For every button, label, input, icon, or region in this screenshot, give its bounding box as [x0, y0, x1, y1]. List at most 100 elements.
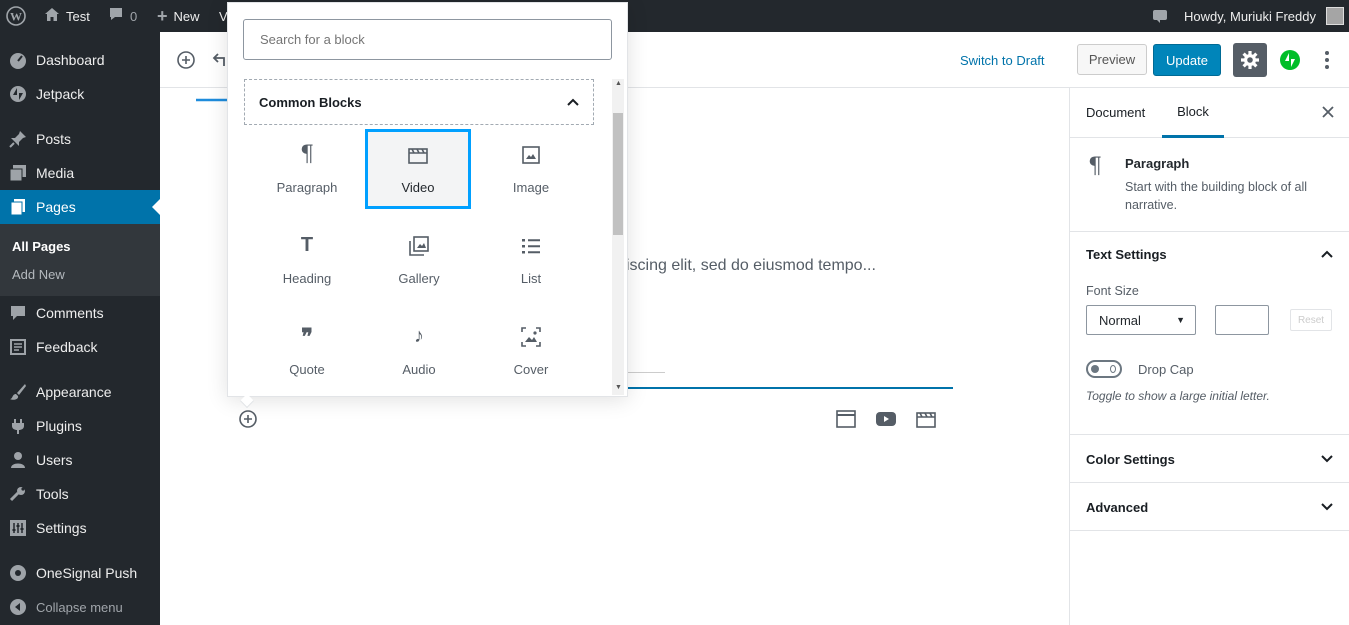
plug-icon [0, 417, 36, 435]
comment-icon [0, 304, 36, 322]
block-search-field[interactable] [243, 19, 612, 60]
scroll-up-arrow-icon[interactable]: ▲ [615, 80, 622, 87]
advanced-toggle[interactable]: Advanced [1086, 500, 1148, 515]
jetpack-icon [1280, 50, 1300, 70]
more-menu-button[interactable] [1317, 48, 1337, 72]
site-name: Test [66, 8, 90, 24]
drop-cap-help: Toggle to show a large initial letter. [1086, 389, 1270, 403]
sidebar-item-label: Jetpack [36, 86, 85, 102]
inserter-toggle-button[interactable] [237, 408, 259, 430]
comments-count: 0 [130, 8, 138, 24]
block-label: Paragraph [276, 179, 338, 195]
submenu-add-new[interactable]: Add New [0, 260, 160, 288]
collapse-menu-button[interactable]: Collapse menu [0, 590, 160, 624]
color-settings-panel[interactable]: Color Settings [1070, 435, 1349, 483]
tab-document[interactable]: Document [1086, 105, 1145, 120]
text-settings-toggle[interactable]: Text Settings [1086, 247, 1167, 262]
block-item-image[interactable]: Image [478, 129, 584, 209]
add-block-button[interactable] [174, 48, 198, 72]
account-menu[interactable]: Howdy, Muriuki Freddy [1184, 0, 1344, 32]
sidebar-item-dashboard[interactable]: Dashboard [0, 43, 160, 77]
block-search-input[interactable] [244, 20, 611, 59]
scrollbar-thumb[interactable] [613, 113, 623, 235]
sidebar-item-jetpack[interactable]: Jetpack [0, 77, 160, 111]
custom-font-size-input[interactable] [1215, 305, 1269, 335]
add-block-icon [239, 410, 257, 428]
scroll-down-arrow-icon[interactable]: ▼ [615, 384, 622, 391]
preview-button[interactable]: Preview [1077, 44, 1147, 75]
jetpack-button[interactable] [1279, 49, 1301, 71]
common-blocks-toggle[interactable]: Common Blocks [244, 79, 594, 125]
block-item-audio[interactable]: ♪ Audio [366, 311, 472, 391]
sidebar-item-settings[interactable]: Settings [0, 511, 160, 545]
home-icon [44, 7, 60, 25]
sidebar-item-pages[interactable]: Pages [0, 190, 160, 224]
chevron-up-icon [1321, 250, 1333, 258]
settings-sidebar: Document Block ¶ Paragraph Start with th… [1069, 88, 1349, 625]
sidebar-item-comments[interactable]: Comments [0, 296, 160, 330]
block-item-heading[interactable]: T Heading [254, 220, 360, 300]
svg-text:W: W [10, 10, 22, 24]
plus-icon: + [157, 5, 168, 26]
block-label: Audio [402, 361, 436, 377]
settings-toggle-button[interactable] [1233, 43, 1267, 77]
reset-button[interactable]: Reset [1290, 309, 1332, 331]
submenu-all-pages[interactable]: All Pages [0, 232, 160, 260]
paragraph-block-text[interactable]: iscing elit, sed do eiusmod tempo... [626, 257, 876, 275]
block-item-video[interactable]: Video [365, 129, 471, 209]
advanced-panel[interactable]: Advanced [1070, 483, 1349, 531]
notifications-icon[interactable] [1152, 0, 1168, 32]
video-icon [408, 144, 428, 166]
sidebar-item-label: Posts [36, 131, 72, 147]
sidebar-item-label: Tools [36, 486, 69, 502]
new-content-link[interactable]: + New [157, 0, 200, 32]
sidebar-item-label: Settings [36, 520, 87, 536]
update-button[interactable]: Update [1153, 44, 1221, 76]
youtube-icon[interactable] [875, 408, 897, 430]
sidebar-item-onesignal[interactable]: OneSignal Push [0, 556, 160, 590]
drop-cap-toggle[interactable] [1086, 360, 1122, 378]
comments-link[interactable]: 0 [108, 0, 137, 32]
block-card: ¶ Paragraph Start with the building bloc… [1070, 138, 1349, 232]
sidebar-item-label: Media [36, 165, 75, 181]
sidebar-item-plugins[interactable]: Plugins [0, 409, 160, 443]
common-blocks-title: Common Blocks [259, 95, 362, 110]
more-vertical-icon [1325, 51, 1329, 69]
inserter-scrollbar[interactable]: ▲ ▼ [612, 79, 624, 395]
wordpress-logo-icon[interactable]: W [6, 0, 26, 32]
block-item-quote[interactable]: ❞ Quote [254, 311, 360, 391]
font-size-value: Normal [1099, 312, 1141, 328]
block-label: Heading [282, 270, 332, 286]
comment-bubble-icon [108, 7, 124, 25]
block-label: Video [401, 179, 435, 195]
jetpack-icon [0, 85, 36, 103]
sidebar-item-label: Dashboard [36, 52, 105, 68]
sidebar-item-users[interactable]: Users [0, 443, 160, 477]
switch-to-draft-button[interactable]: Switch to Draft [960, 46, 1045, 74]
sidebar-item-appearance[interactable]: Appearance [0, 375, 160, 409]
block-item-gallery[interactable]: Gallery [366, 220, 472, 300]
font-size-select[interactable]: Normal ▼ [1086, 305, 1196, 335]
block-item-cover[interactable]: Cover [478, 311, 584, 391]
block-item-paragraph[interactable]: ¶ Paragraph [254, 129, 360, 209]
chevron-down-icon [1321, 503, 1333, 511]
sidebar-item-posts[interactable]: Posts [0, 122, 160, 156]
howdy-text: Howdy, Muriuki Freddy [1184, 8, 1316, 24]
block-description: Start with the building block of all nar… [1125, 180, 1308, 212]
sidebar-item-media[interactable]: Media [0, 156, 160, 190]
site-name-link[interactable]: Test [44, 0, 90, 32]
video-clapper-icon[interactable] [915, 408, 937, 430]
heading-icon: T [300, 234, 314, 256]
collapse-label: Collapse menu [36, 599, 123, 615]
new-label: New [173, 8, 200, 24]
block-item-list[interactable]: List [478, 220, 584, 300]
sidebar-item-tools[interactable]: Tools [0, 477, 160, 511]
color-settings-toggle[interactable]: Color Settings [1086, 452, 1175, 467]
sidebar-item-feedback[interactable]: Feedback [0, 330, 160, 364]
window-icon[interactable] [835, 408, 857, 430]
gallery-icon [409, 235, 429, 257]
tab-block[interactable]: Block [1162, 88, 1224, 138]
close-sidebar-button[interactable] [1318, 102, 1338, 122]
block-label: Cover [513, 361, 549, 377]
block-inserter-popover: Common Blocks ▲ ▼ ¶ Paragraph Video Imag… [227, 2, 628, 397]
